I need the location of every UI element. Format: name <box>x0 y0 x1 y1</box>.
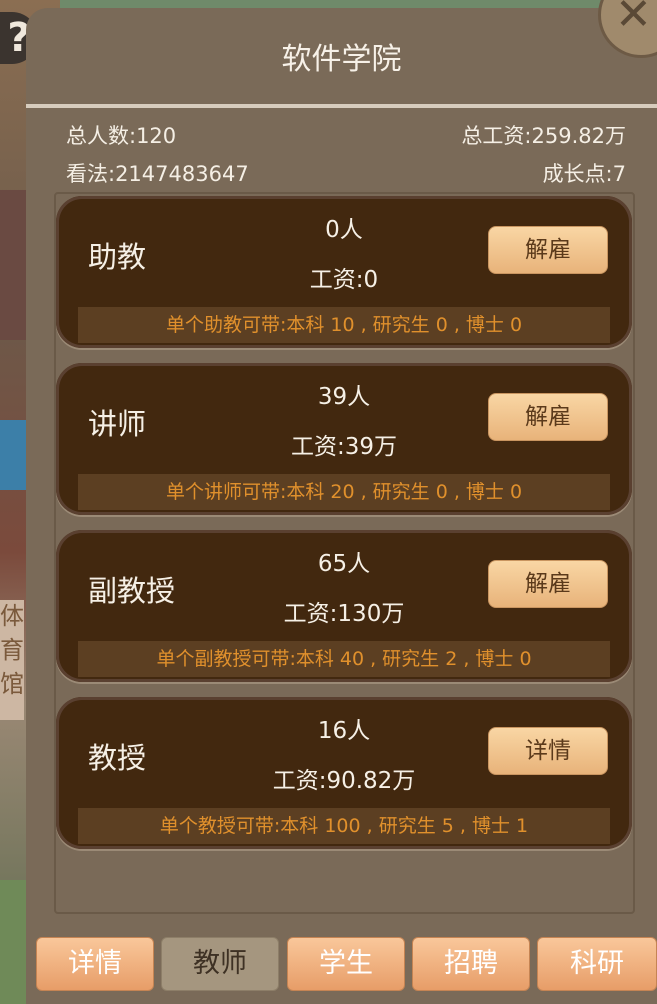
fire-button[interactable]: 解雇 <box>488 560 608 608</box>
tab-students[interactable]: 学生 <box>287 937 405 991</box>
tab-recruit[interactable]: 招聘 <box>412 937 530 991</box>
tab-details[interactable]: 详情 <box>36 937 154 991</box>
fire-button[interactable]: 解雇 <box>488 226 608 274</box>
total-salary: 总工资:259.82万 <box>461 124 626 148</box>
card-associate-professor: 副教授 65人 工资:130万 解雇 单个副教授可带:本科 40 , 研究生 2… <box>56 530 632 682</box>
card-capacity: 单个教授可带:本科 100 , 研究生 5 , 博士 1 <box>78 808 610 844</box>
college-panel: 软件学院 总人数:120 总工资:259.82万 看法:2147483647 成… <box>26 8 657 1004</box>
total-people: 总人数:120 <box>66 124 177 148</box>
card-capacity: 单个讲师可带:本科 20 , 研究生 0 , 博士 0 <box>78 474 610 510</box>
background-pool <box>0 420 26 490</box>
card-professor: 教授 16人 工资:90.82万 详情 单个教授可带:本科 100 , 研究生 … <box>56 697 632 849</box>
card-capacity: 单个副教授可带:本科 40 , 研究生 2 , 博士 0 <box>78 641 610 677</box>
tab-research[interactable]: 科研 <box>537 937 657 991</box>
panel-title: 软件学院 <box>281 42 402 77</box>
panel-header: 软件学院 <box>26 8 657 108</box>
tab-teachers[interactable]: 教师 <box>161 937 279 991</box>
details-button[interactable]: 详情 <box>488 727 608 775</box>
card-teaching-assistant: 助教 0人 工资:0 解雇 单个助教可带:本科 10 , 研究生 0 , 博士 … <box>56 196 632 348</box>
background-wall <box>0 190 28 340</box>
card-capacity: 单个助教可带:本科 10 , 研究生 0 , 博士 0 <box>78 307 610 343</box>
growth-points: 成长点:7 <box>542 162 626 186</box>
gym-sign: 体育馆 <box>0 600 24 720</box>
card-lecturer: 讲师 39人 工资:39万 解雇 单个讲师可带:本科 20 , 研究生 0 , … <box>56 363 632 515</box>
fire-button[interactable]: 解雇 <box>488 393 608 441</box>
opinion-value: 看法:2147483647 <box>66 162 249 186</box>
